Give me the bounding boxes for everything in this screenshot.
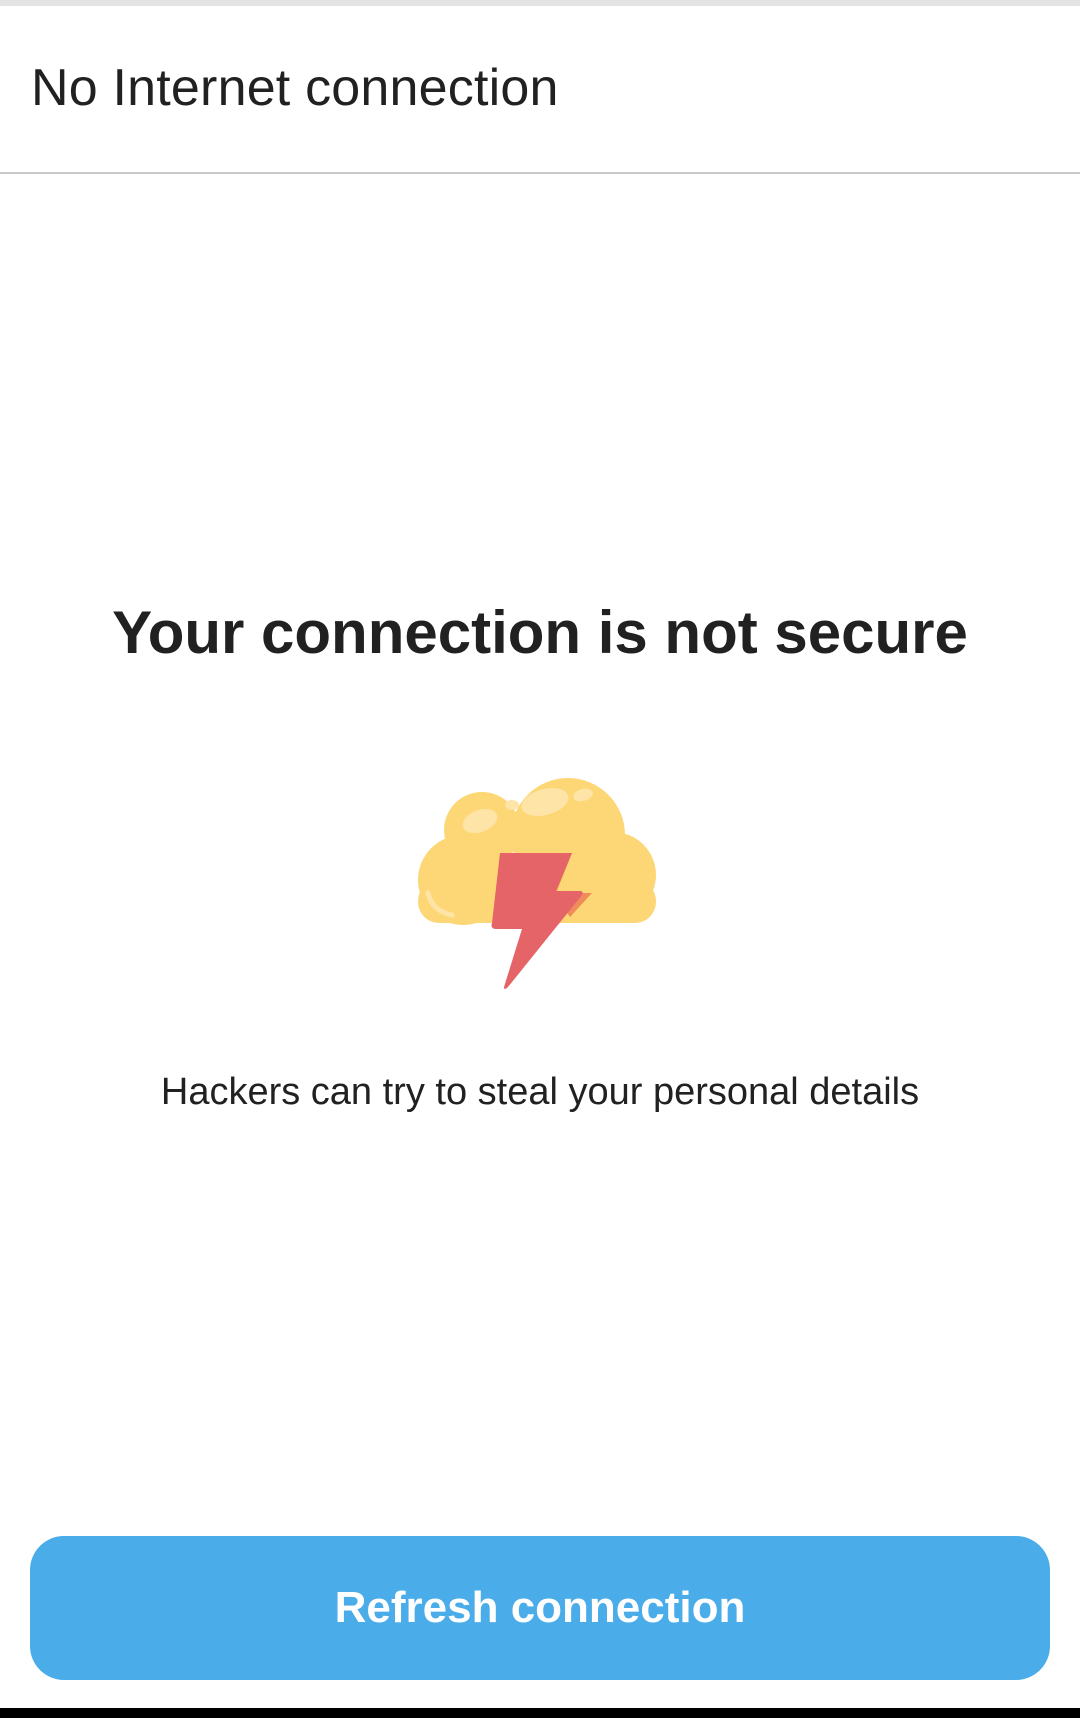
refresh-connection-label: Refresh connection — [334, 1583, 746, 1632]
page-title: No Internet connection — [31, 59, 559, 117]
warning-description: Hackers can try to steal your personal d… — [160, 1071, 920, 1113]
app-header: No Internet connection — [0, 6, 1080, 174]
app-screen: No Internet connection Your connection i… — [0, 0, 1080, 1718]
bottom-edge — [0, 1708, 1080, 1718]
refresh-connection-button[interactable]: Refresh connection — [30, 1536, 1050, 1680]
warning-headline: Your connection is not secure — [112, 599, 968, 666]
cloud-lightning-icon — [418, 778, 656, 989]
